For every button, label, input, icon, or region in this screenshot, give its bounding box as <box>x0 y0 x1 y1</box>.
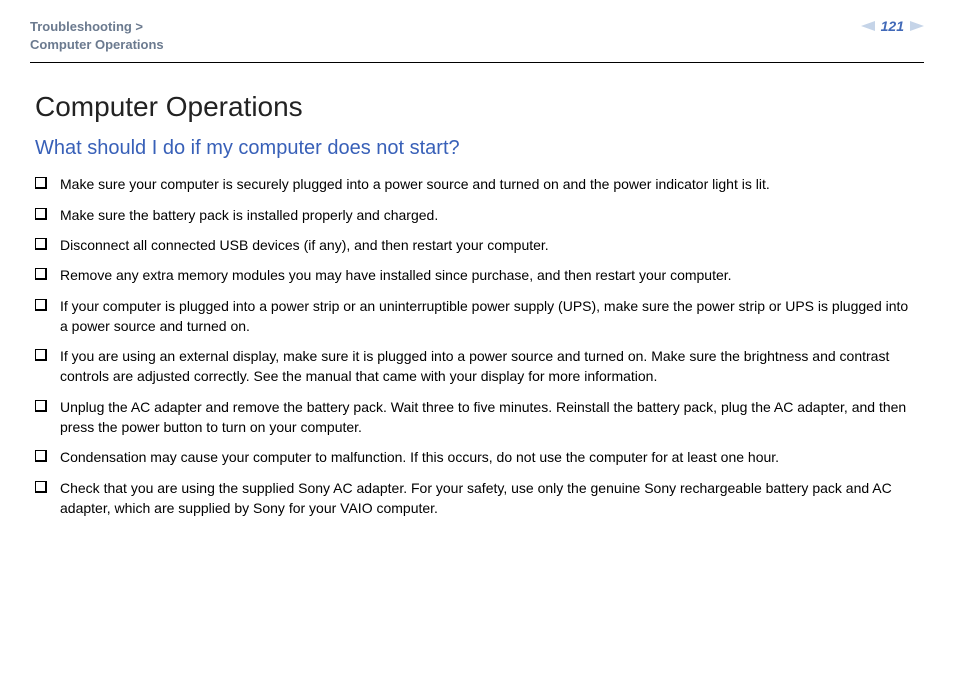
list-item-text: Make sure your computer is securely plug… <box>60 174 919 194</box>
list-item-text: If your computer is plugged into a power… <box>60 296 919 337</box>
list-item: Make sure the battery pack is installed … <box>35 205 919 225</box>
list-item: If your computer is plugged into a power… <box>35 296 919 337</box>
list-item: Make sure your computer is securely plug… <box>35 174 919 194</box>
breadcrumb-line2: Computer Operations <box>30 36 164 54</box>
list-item-text: Make sure the battery pack is installed … <box>60 205 919 225</box>
bullet-icon <box>35 268 46 279</box>
list-item-text: If you are using an external display, ma… <box>60 346 919 387</box>
bullet-icon <box>35 400 46 411</box>
breadcrumb: Troubleshooting > Computer Operations <box>30 18 164 54</box>
next-page-icon[interactable] <box>910 21 924 31</box>
prev-page-icon[interactable] <box>861 21 875 31</box>
page-navigation: 121 <box>861 18 924 34</box>
list-item-text: Condensation may cause your computer to … <box>60 447 919 467</box>
page-content: Computer Operations What should I do if … <box>0 63 954 548</box>
list-item: Unplug the AC adapter and remove the bat… <box>35 397 919 438</box>
bullet-icon <box>35 238 46 249</box>
page-number: 121 <box>881 18 904 34</box>
page-title: Computer Operations <box>35 91 919 123</box>
list-item: Remove any extra memory modules you may … <box>35 265 919 285</box>
list-item: Disconnect all connected USB devices (if… <box>35 235 919 255</box>
list-item: If you are using an external display, ma… <box>35 346 919 387</box>
bullet-list: Make sure your computer is securely plug… <box>35 174 919 518</box>
list-item: Condensation may cause your computer to … <box>35 447 919 467</box>
list-item-text: Check that you are using the supplied So… <box>60 478 919 519</box>
bullet-icon <box>35 177 46 188</box>
bullet-icon <box>35 208 46 219</box>
list-item-text: Disconnect all connected USB devices (if… <box>60 235 919 255</box>
bullet-icon <box>35 481 46 492</box>
section-heading: What should I do if my computer does not… <box>35 137 919 160</box>
bullet-icon <box>35 299 46 310</box>
list-item-text: Unplug the AC adapter and remove the bat… <box>60 397 919 438</box>
page-header: Troubleshooting > Computer Operations 12… <box>30 0 924 63</box>
bullet-icon <box>35 450 46 461</box>
breadcrumb-line1: Troubleshooting > <box>30 18 164 36</box>
bullet-icon <box>35 349 46 360</box>
list-item-text: Remove any extra memory modules you may … <box>60 265 919 285</box>
list-item: Check that you are using the supplied So… <box>35 478 919 519</box>
